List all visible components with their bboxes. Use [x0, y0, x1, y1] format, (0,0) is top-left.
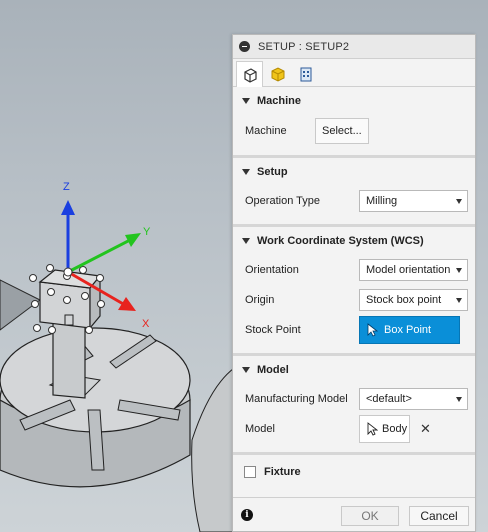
operation-type-row: Operation Type Milling: [233, 186, 475, 216]
machine-header-label: Machine: [257, 95, 302, 107]
operation-type-value: Milling: [366, 195, 398, 207]
operation-type-label: Operation Type: [245, 195, 321, 207]
dialog-titlebar[interactable]: SETUP : SETUP2: [233, 35, 475, 59]
axis-x-label: X: [142, 318, 150, 330]
stock-point-row: Stock Point Box Point: [233, 315, 475, 345]
manufacturing-model-select[interactable]: <default>: [359, 388, 468, 410]
origin-label: Origin: [245, 294, 275, 306]
collapse-icon[interactable]: [239, 41, 250, 52]
dropdown-arrow-icon: [456, 268, 462, 273]
dialog-tabs: [233, 59, 475, 87]
tab-post-process[interactable]: [292, 61, 319, 86]
orientation-value: Model orientation: [366, 264, 451, 276]
model-row: Model Body ✕: [233, 414, 475, 444]
dialog-title: SETUP : SETUP2: [258, 40, 350, 53]
model-label: Model: [245, 423, 275, 435]
box-point-button[interactable]: Box Point: [359, 316, 460, 344]
tab-stock[interactable]: [264, 61, 291, 86]
setup-tab-icon: [243, 67, 257, 83]
ok-button[interactable]: OK: [341, 506, 399, 526]
machine-row: Machine Select...: [233, 115, 475, 147]
machine-section: Machine Machine Select...: [233, 87, 475, 158]
origin-row: Origin Stock box point: [233, 285, 475, 315]
origin-select[interactable]: Stock box point: [359, 289, 468, 311]
wcs-header-label: Work Coordinate System (WCS): [257, 235, 424, 247]
manufacturing-model-label: Manufacturing Model: [245, 393, 348, 405]
axis-z-label: Z: [63, 181, 70, 193]
model-header-label: Model: [257, 364, 289, 376]
chevron-down-icon: [242, 98, 250, 104]
machine-label: Machine: [245, 125, 287, 137]
tab-setup[interactable]: [236, 61, 263, 87]
orientation-label: Orientation: [245, 264, 299, 276]
post-process-tab-icon: [300, 67, 311, 82]
cursor-arrow-icon: [367, 422, 378, 436]
stock-tab-icon: [271, 67, 284, 82]
machine-section-header[interactable]: Machine: [233, 87, 475, 115]
machine-select-button[interactable]: Select...: [315, 118, 369, 144]
fixture-row[interactable]: Fixture: [233, 455, 475, 489]
chevron-down-icon: [242, 169, 250, 175]
operation-type-select[interactable]: Milling: [359, 190, 468, 212]
setup-section-header[interactable]: Setup: [233, 158, 475, 186]
model-section: Model Manufacturing Model <default> Mode…: [233, 356, 475, 455]
model-section-header[interactable]: Model: [233, 356, 475, 384]
cancel-button[interactable]: Cancel: [409, 506, 469, 526]
dropdown-arrow-icon: [456, 298, 462, 303]
stock-point-label: Stock Point: [245, 324, 301, 336]
chevron-down-icon: [242, 367, 250, 373]
orientation-select[interactable]: Model orientation: [359, 259, 468, 281]
manufacturing-model-value: <default>: [366, 393, 412, 405]
box-point-label: Box Point: [384, 324, 432, 336]
setup-header-label: Setup: [257, 166, 288, 178]
orientation-row: Orientation Model orientation: [233, 255, 475, 285]
chuck-body: [0, 325, 191, 488]
chevron-down-icon: [242, 238, 250, 244]
dialog-footer: i OK Cancel: [233, 497, 475, 531]
clear-selection-icon[interactable]: ✕: [420, 421, 431, 437]
axis-y-label: Y: [143, 226, 151, 238]
model-body-button[interactable]: Body: [359, 415, 410, 443]
origin-value: Stock box point: [366, 294, 442, 306]
manufacturing-model-row: Manufacturing Model <default>: [233, 384, 475, 414]
setup-section: Setup Operation Type Milling: [233, 158, 475, 227]
model-body-label: Body: [382, 423, 408, 435]
fixture-checkbox[interactable]: [244, 466, 256, 478]
fixture-label: Fixture: [264, 466, 301, 478]
dropdown-arrow-icon: [456, 397, 462, 402]
wcs-section: Work Coordinate System (WCS) Orientation…: [233, 227, 475, 356]
dropdown-arrow-icon: [456, 199, 462, 204]
cursor-arrow-icon: [367, 323, 378, 337]
info-icon[interactable]: i: [241, 508, 253, 521]
wcs-section-header[interactable]: Work Coordinate System (WCS): [233, 227, 475, 255]
setup-dialog: SETUP : SETUP2 Machine Machine Select...…: [232, 34, 476, 532]
